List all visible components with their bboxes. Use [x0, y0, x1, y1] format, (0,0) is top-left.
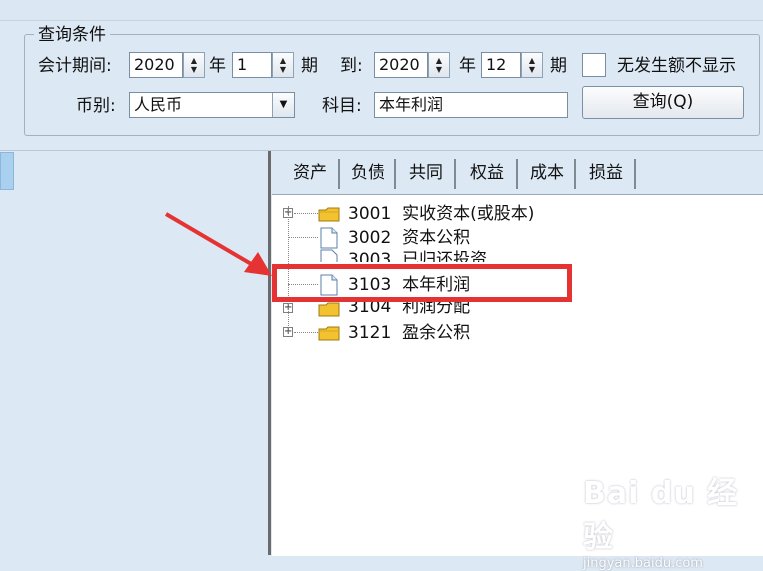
hide-no-amount-label: 无发生额不显示	[617, 56, 736, 76]
chevron-down-icon[interactable]: ▼	[272, 93, 294, 117]
start-period-field[interactable]: 1	[232, 52, 272, 78]
currency-label: 币别:	[76, 96, 116, 116]
currency-value: 人民币	[134, 95, 183, 114]
query-conditions-title: 查询条件	[34, 23, 110, 47]
end-period-field[interactable]: 12	[481, 52, 521, 78]
tree-item-3001[interactable]: + 3001 实收资本(或股本)	[272, 202, 752, 226]
baidu-watermark: Bai du 经验 jingyan.baidu.com	[583, 468, 763, 571]
end-period-unit: 期	[550, 56, 567, 76]
watermark-url: jingyan.baidu.com	[583, 556, 703, 571]
tree-item-3104[interactable]: + 3104 利润分配	[272, 301, 752, 319]
start-year-field[interactable]: 2020	[129, 52, 183, 78]
tab-asset[interactable]: 资产	[282, 159, 340, 189]
tab-equity[interactable]: 权益	[458, 159, 518, 189]
tree-item-3121[interactable]: + 3121 盈余公积	[272, 321, 752, 345]
subject-label: 科目:	[322, 96, 362, 116]
end-year-unit: 年	[459, 56, 476, 76]
arrow-annotation-icon	[164, 212, 272, 276]
tree-item-label: 3104 利润分配	[348, 301, 471, 317]
end-period-spin-icon[interactable]: ▲ ▼	[521, 52, 543, 78]
start-year-spin-icon[interactable]: ▲ ▼	[183, 52, 205, 78]
tab-common[interactable]: 共同	[398, 159, 456, 189]
document-icon	[320, 227, 338, 249]
tree-item-3002[interactable]: 3002 资本公积	[272, 226, 752, 250]
folder-icon	[318, 302, 340, 317]
left-accent-tab[interactable]	[0, 152, 14, 190]
to-label: 到:	[340, 56, 363, 76]
tab-cost[interactable]: 成本	[520, 159, 576, 189]
folder-icon	[318, 207, 340, 222]
currency-select[interactable]: 人民币 ▼	[129, 92, 295, 118]
hide-no-amount-checkbox[interactable]	[582, 53, 606, 77]
document-icon	[320, 249, 338, 262]
tree-item-3003[interactable]: 3003 已归还投资	[272, 248, 752, 262]
period-label: 会计期间:	[38, 56, 112, 76]
start-period-spin-icon[interactable]: ▲ ▼	[272, 52, 294, 78]
highlight-annotation-box	[272, 264, 572, 302]
query-conditions-group	[24, 34, 760, 136]
start-year-unit: 年	[209, 56, 226, 76]
subject-field[interactable]: 本年利润	[374, 92, 568, 118]
tree-item-label: 3121 盈余公积	[348, 323, 471, 343]
category-tabs: 资产 负债 共同 权益 成本 损益	[272, 151, 763, 193]
tab-profit-loss[interactable]: 损益	[578, 159, 636, 189]
end-year-spin-icon[interactable]: ▲ ▼	[428, 52, 450, 78]
start-period-unit: 期	[301, 56, 318, 76]
tree-item-label: 3002 资本公积	[348, 228, 471, 248]
tab-liability[interactable]: 负债	[342, 159, 396, 189]
end-year-field[interactable]: 2020	[374, 52, 428, 78]
folder-icon	[318, 326, 340, 341]
tree-item-label: 3001 实收资本(或股本)	[348, 204, 535, 224]
watermark-logo: Bai du 经验	[583, 476, 739, 555]
query-button[interactable]: 查询(Q)	[582, 86, 744, 119]
top-strip	[0, 0, 763, 21]
tree-item-label: 3003 已归还投资	[348, 250, 488, 262]
